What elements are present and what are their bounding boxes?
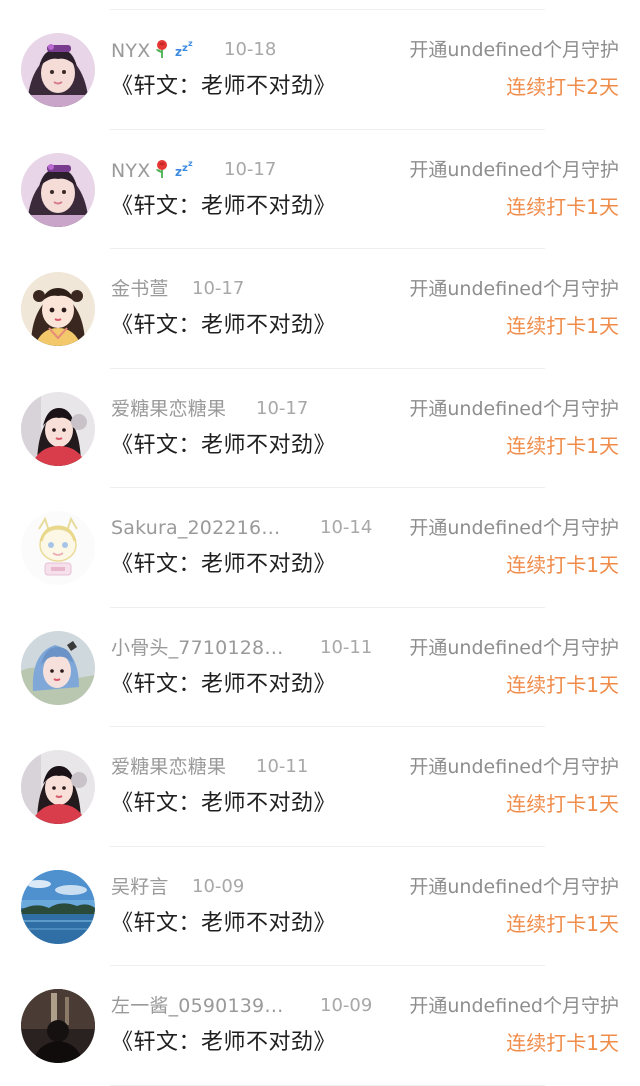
guard-action-text: 开通undefined个月守护	[409, 158, 619, 181]
svg-text:z: z	[188, 159, 193, 168]
user-name-text: NYX	[111, 159, 151, 182]
anime-girl-avatar-avatar[interactable]	[21, 272, 95, 346]
user-name[interactable]: 爱糖果恋糖果	[111, 396, 226, 422]
checkin-streak-label: 连续打卡1天	[506, 911, 619, 936]
guard-record-row[interactable]: 小骨头_7710128… 10-11 开通undefined个月守护《轩文：老师不对…	[0, 608, 640, 727]
sleeping-zzz-icon: z z z	[174, 37, 196, 66]
guard-record-row[interactable]: 左一酱_0590139… 10-09 开通undefined个月守护《轩文：老师不对…	[0, 966, 640, 1086]
record-date: 10-17	[192, 278, 245, 299]
user-name[interactable]: 左一酱_0590139…	[111, 993, 284, 1019]
row-divider	[110, 1084, 545, 1086]
guard-action-text: 开通undefined个月守护	[409, 756, 619, 778]
checkin-streak-label: 连续打卡2天	[506, 75, 619, 99]
seascape-avatar-icon	[21, 869, 95, 944]
book-title[interactable]: 《轩文：老师不对劲》	[111, 191, 336, 223]
guard-record-row[interactable]: 爱糖果恋糖果 10-17 开通undefined个月守护《轩文：老师不对劲》 连续打卡…	[0, 369, 640, 488]
seascape-avatar-avatar[interactable]	[21, 869, 95, 944]
cartoon-sketch-avatar-icon	[21, 511, 95, 585]
guard-record-row[interactable]: 金书萱 10-17 开通undefined个月守护《轩文：老师不对劲》 连续打卡1天	[0, 249, 640, 369]
rose-icon	[151, 157, 173, 186]
girl-blue-hair-avatar-avatar[interactable]	[21, 630, 95, 705]
girl-purple-hair-avatar-icon	[21, 33, 95, 107]
checkin-streak-label: 连续打卡1天	[506, 553, 619, 577]
guard-action-text: 开通undefined个月守护	[409, 278, 619, 300]
record-date: 10-09	[192, 875, 245, 897]
book-title[interactable]: 《轩文：老师不对劲》	[111, 908, 336, 940]
rose-icon	[151, 37, 173, 66]
guard-record-row[interactable]: 爱糖果恋糖果 10-11 开通undefined个月守护《轩文：老师不对劲》 连续打卡…	[0, 727, 640, 847]
record-date: 10-09	[320, 995, 373, 1016]
girl-red-coat-avatar-icon	[21, 391, 95, 466]
record-date: 10-14	[320, 517, 373, 538]
book-title[interactable]: 《轩文：老师不对劲》	[111, 430, 336, 462]
guard-record-row[interactable]: NYX z z z 10-17 开通undefined个月守护《轩文：老师不对劲》 连…	[0, 130, 640, 249]
guard-action-text: 开通undefined个月守护	[409, 636, 619, 659]
checkin-streak-label: 连续打卡1天	[506, 672, 619, 697]
checkin-streak-label: 连续打卡1天	[506, 433, 619, 458]
book-title[interactable]: 《轩文：老师不对劲》	[111, 788, 336, 820]
guard-action-text: 开通undefined个月守护	[409, 995, 619, 1017]
user-name-text: 金书萱	[111, 278, 169, 300]
user-name-text: 左一酱_0590139…	[111, 995, 284, 1017]
guard-record-row[interactable]: NYX z z z 10-18 开通undefined个月守护《轩文：老师不对劲》 连…	[0, 10, 640, 130]
guard-action-text: 开通undefined个月守护	[409, 39, 619, 61]
user-name[interactable]: 小骨头_7710128…	[111, 635, 284, 661]
record-date: 10-18	[224, 39, 277, 60]
book-title[interactable]: 《轩文：老师不对劲》	[111, 310, 336, 342]
person-silhouette-avatar-icon	[21, 989, 95, 1063]
book-title[interactable]: 《轩文：老师不对劲》	[111, 1027, 336, 1059]
girl-blue-hair-avatar-icon	[21, 630, 95, 705]
user-name-text: 爱糖果恋糖果	[111, 397, 227, 420]
user-name[interactable]: 金书萱	[111, 276, 169, 302]
girl-purple-hair-avatar-icon	[21, 152, 95, 227]
girl-red-coat-avatar-icon	[21, 750, 95, 824]
record-date: 10-17	[224, 158, 277, 180]
girl-red-coat-avatar-avatar[interactable]	[21, 391, 95, 466]
guard-action-text: 开通undefined个月守护	[409, 517, 619, 539]
guard-action-text: 开通undefined个月守护	[409, 397, 619, 420]
book-title[interactable]: 《轩文：老师不对劲》	[111, 669, 336, 701]
user-name-text: 小骨头_7710128…	[111, 636, 284, 659]
anime-girl-avatar-icon	[21, 272, 95, 346]
checkin-streak-label: 连续打卡1天	[506, 314, 619, 338]
checkin-streak-label: 连续打卡1天	[506, 792, 619, 816]
user-name[interactable]: 爱糖果恋糖果	[111, 754, 226, 780]
user-name[interactable]: NYX z z z	[111, 37, 196, 66]
sleeping-zzz-icon: z z z	[174, 157, 196, 186]
girl-purple-hair-avatar-avatar[interactable]	[21, 152, 95, 227]
checkin-streak-label: 连续打卡1天	[506, 1031, 619, 1055]
girl-purple-hair-avatar-avatar[interactable]	[21, 33, 95, 107]
guard-action-text: 开通undefined个月守护	[409, 875, 619, 898]
book-title[interactable]: 《轩文：老师不对劲》	[111, 549, 336, 581]
user-name[interactable]: Sakura_202216…	[111, 515, 280, 541]
user-name[interactable]: NYX z z z	[111, 157, 196, 186]
svg-text:z: z	[188, 39, 193, 48]
user-name-text: 吴籽言	[111, 875, 169, 898]
record-date: 10-11	[320, 636, 373, 658]
user-name-text: Sakura_202216…	[111, 517, 281, 539]
user-name-text: 爱糖果恋糖果	[111, 756, 227, 778]
guard-record-row[interactable]: 吴籽言 10-09 开通undefined个月守护《轩文：老师不对劲》 连续打卡1天	[0, 847, 640, 966]
cartoon-sketch-avatar-avatar[interactable]	[21, 511, 95, 585]
checkin-streak-label: 连续打卡1天	[506, 194, 619, 219]
person-silhouette-avatar-avatar[interactable]	[21, 989, 95, 1063]
record-date: 10-17	[256, 397, 309, 419]
record-date: 10-11	[256, 756, 309, 777]
user-name-text: NYX	[111, 40, 151, 62]
guard-record-row[interactable]: Sakura_202216… 10-14 开通undefined个月守护《轩文：老师…	[0, 488, 640, 608]
book-title[interactable]: 《轩文：老师不对劲》	[111, 71, 336, 103]
girl-red-coat-avatar-avatar[interactable]	[21, 750, 95, 824]
user-name[interactable]: 吴籽言	[111, 874, 169, 900]
